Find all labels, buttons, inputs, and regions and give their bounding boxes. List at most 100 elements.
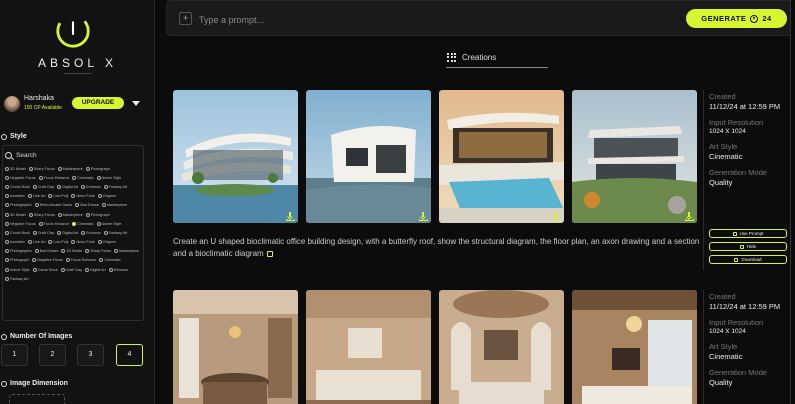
radio-icon[interactable]	[27, 240, 32, 245]
radio-icon[interactable]	[28, 212, 33, 217]
radio-icon[interactable]	[5, 221, 9, 226]
radio-icon[interactable]	[48, 240, 53, 245]
radio-icon[interactable]	[38, 175, 43, 180]
radio-icon[interactable]	[5, 230, 9, 235]
radio-icon[interactable]	[5, 267, 9, 272]
style-option[interactable]: Comic Book	[5, 182, 30, 191]
style-option[interactable]: Isometric	[5, 238, 25, 247]
style-option[interactable]: 3D Model	[61, 247, 82, 256]
style-option[interactable]: Cinematic	[72, 173, 94, 182]
style-option[interactable]: Neon Punk	[71, 238, 95, 247]
style-option[interactable]: Low Poly	[48, 192, 68, 201]
radio-icon[interactable]	[5, 184, 9, 189]
style-option[interactable]: Anime Style	[5, 265, 30, 274]
generate-button[interactable]: GENERATE 24	[686, 9, 787, 28]
radio-icon[interactable]	[5, 276, 9, 281]
radio-icon[interactable]	[5, 240, 9, 245]
hide-button[interactable]: Hide	[709, 242, 787, 251]
creation-image[interactable]	[572, 90, 697, 223]
radio-icon[interactable]	[103, 184, 108, 189]
radio-icon[interactable]	[28, 166, 33, 171]
num-images-option-3[interactable]: 3	[77, 344, 104, 366]
style-option[interactable]: Origami	[97, 192, 116, 201]
style-option[interactable]: Photograph	[5, 256, 29, 265]
style-option[interactable]: Cinematic	[72, 219, 94, 228]
prompt-input[interactable]	[199, 13, 659, 27]
style-option[interactable]: Photographic	[5, 247, 32, 256]
radio-icon[interactable]	[57, 184, 62, 189]
radio-icon[interactable]	[71, 240, 76, 245]
radio-icon[interactable]	[5, 166, 9, 171]
radio-icon[interactable]	[96, 175, 101, 180]
style-option[interactable]: Neon Punk	[71, 192, 95, 201]
copy-icon[interactable]	[266, 250, 273, 257]
radio-icon[interactable]	[5, 175, 9, 180]
style-option[interactable]: Fantasy Art	[5, 274, 29, 283]
style-option[interactable]: Comic Book	[5, 228, 30, 237]
download-button[interactable]: Download	[709, 255, 787, 264]
radio-icon[interactable]	[84, 267, 89, 272]
style-option[interactable]: Low Poly	[48, 238, 68, 247]
radio-icon[interactable]	[72, 175, 77, 180]
radio-icon[interactable]	[85, 166, 90, 171]
style-option[interactable]: 3D Model	[5, 210, 26, 219]
style-option[interactable]: Isometric	[5, 192, 25, 201]
style-option[interactable]: Photograph	[85, 210, 110, 219]
creation-image[interactable]	[439, 90, 564, 223]
radio-icon[interactable]	[57, 166, 62, 171]
creation-image[interactable]	[173, 90, 298, 223]
radio-icon[interactable]	[85, 212, 90, 217]
radio-icon[interactable]	[103, 230, 108, 235]
style-option[interactable]: Fantasy Art	[103, 182, 127, 191]
creation-image[interactable]	[306, 90, 431, 223]
style-option[interactable]: Origami	[97, 238, 116, 247]
radio-icon[interactable]	[101, 203, 106, 208]
style-option[interactable]: Bad Dream	[34, 247, 58, 256]
style-option[interactable]: Masterpiece	[57, 164, 83, 173]
style-option[interactable]: Enhance	[81, 182, 101, 191]
radio-icon[interactable]	[34, 203, 39, 208]
radio-icon[interactable]	[48, 194, 53, 199]
style-option[interactable]: Line Art	[27, 192, 45, 201]
radio-icon[interactable]	[108, 267, 113, 272]
style-option[interactable]: Negative Focus	[5, 219, 36, 228]
radio-icon[interactable]	[85, 249, 90, 254]
radio-icon[interactable]	[97, 240, 102, 245]
radio-icon[interactable]	[5, 249, 9, 254]
style-option[interactable]: Anime Style	[96, 173, 121, 182]
radio-icon[interactable]	[99, 258, 104, 263]
style-option[interactable]: Sharp Focus	[28, 210, 55, 219]
radio-icon[interactable]	[71, 194, 76, 199]
style-option[interactable]: Negative Focus	[5, 173, 36, 182]
style-option[interactable]: Anime Style	[96, 219, 121, 228]
radio-icon[interactable]	[97, 194, 102, 199]
radio-icon[interactable]	[60, 267, 65, 272]
style-option[interactable]: Digital Art	[57, 228, 78, 237]
radio-icon[interactable]	[5, 258, 9, 263]
style-option[interactable]: Craft Clay	[32, 182, 54, 191]
creation-image[interactable]	[572, 290, 697, 404]
chevron-down-icon[interactable]	[132, 101, 140, 106]
radio-icon[interactable]	[65, 258, 70, 263]
style-option[interactable]: Negative Focus	[32, 256, 63, 265]
radio-icon[interactable]	[27, 194, 32, 199]
style-option[interactable]: Masterpiece	[114, 247, 139, 256]
style-option[interactable]: Bad Dream	[75, 201, 99, 210]
radio-icon[interactable]	[72, 221, 77, 226]
radio-icon[interactable]	[81, 230, 86, 235]
style-option[interactable]: Craft Clay	[32, 228, 54, 237]
radio-icon[interactable]	[32, 184, 37, 189]
style-option[interactable]: Digital Art	[57, 182, 78, 191]
style-option[interactable]: Retro Arcade Game	[34, 201, 72, 210]
style-option[interactable]: Focus Enhance	[65, 256, 96, 265]
style-option[interactable]: Craft Clay	[60, 265, 82, 274]
style-option[interactable]: Sharp Focus	[85, 247, 111, 256]
num-images-option-2[interactable]: 2	[39, 344, 66, 366]
radio-icon[interactable]	[5, 203, 9, 208]
style-option[interactable]: Comic Book	[32, 265, 58, 274]
image-dimension-option[interactable]	[9, 394, 65, 404]
radio-icon[interactable]	[38, 221, 43, 226]
radio-icon[interactable]	[34, 249, 39, 254]
upgrade-button[interactable]: UPGRADE	[72, 97, 124, 109]
use-prompt-button[interactable]: Use Prompt	[709, 229, 787, 238]
